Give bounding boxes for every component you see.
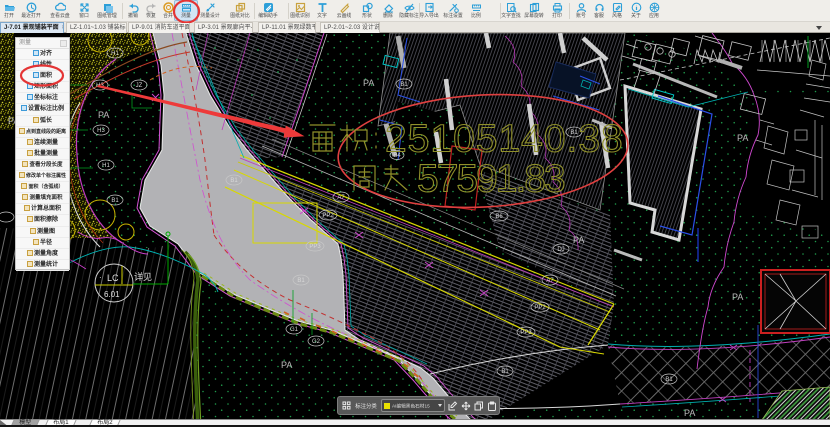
svg-text:B1: B1 <box>501 369 509 375</box>
svg-text:25105140.38: 25105140.38 <box>385 118 624 161</box>
svg-text:B6: B6 <box>495 214 503 220</box>
svg-text:PA: PA <box>281 360 292 370</box>
svg-text:PA: PA <box>737 133 748 143</box>
svg-text:PA: PA <box>732 292 743 302</box>
svg-text:A7: A7 <box>546 278 554 284</box>
svg-text:PA: PA <box>98 110 109 120</box>
svg-text:B1: B1 <box>297 278 305 284</box>
svg-text:57591.83: 57591.83 <box>417 158 564 201</box>
svg-text:A7: A7 <box>337 195 345 201</box>
svg-text:G2: G2 <box>312 339 321 345</box>
svg-text:PA: PA <box>684 408 695 418</box>
svg-text:B1: B1 <box>230 178 238 184</box>
svg-text:B1: B1 <box>400 82 408 88</box>
svg-text:JZ: JZ <box>136 83 143 89</box>
svg-text:B1: B1 <box>111 198 119 204</box>
svg-text:PA: PA <box>363 78 374 88</box>
svg-text:DJ: DJ <box>557 247 564 253</box>
svg-text:PP2: PP2 <box>534 305 546 311</box>
svg-text:H1: H1 <box>111 51 119 57</box>
svg-text:H1: H1 <box>102 163 110 169</box>
svg-text:PP3: PP3 <box>309 244 321 250</box>
svg-text:6.01: 6.01 <box>104 290 120 299</box>
svg-text:PP3: PP3 <box>520 330 532 336</box>
svg-text:H3: H3 <box>97 128 105 134</box>
svg-text:PP2: PP2 <box>322 213 334 219</box>
svg-text:LC: LC <box>107 273 119 283</box>
svg-text:B1: B1 <box>665 377 673 383</box>
svg-text:PA: PA <box>573 235 584 245</box>
svg-text:详见: 详见 <box>134 271 152 282</box>
svg-text:·: · <box>99 273 102 282</box>
svg-text:G1: G1 <box>290 327 299 333</box>
